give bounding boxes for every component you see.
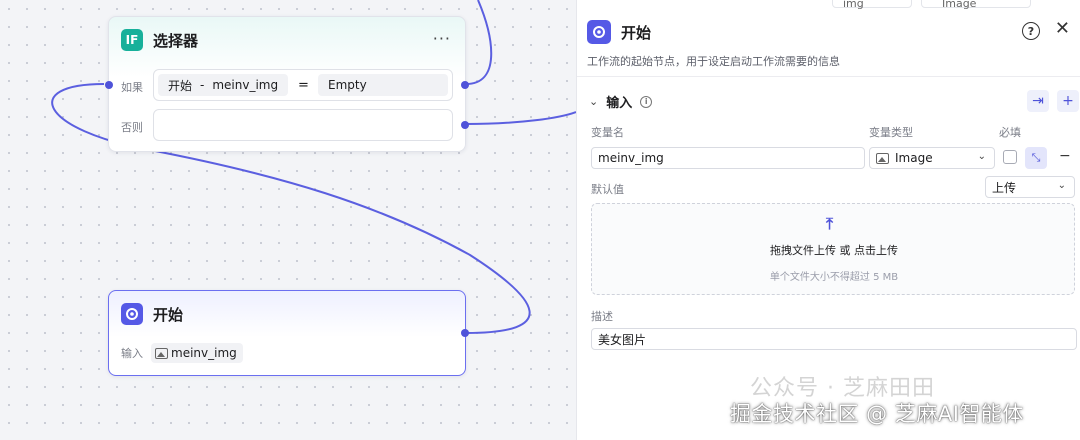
info-icon[interactable]: i xyxy=(640,95,653,108)
else-branch-box[interactable] xyxy=(153,109,453,141)
panel-divider xyxy=(577,76,1080,77)
peek-type-field: Image xyxy=(921,0,1031,10)
condition-left-operand[interactable]: 开始 - meinv_img xyxy=(158,74,288,96)
col-required: 必填 xyxy=(999,126,1021,139)
panel-description: 工作流的起始节点，用于设定启动工作流需要的信息 xyxy=(587,55,840,68)
peek-var-field: img xyxy=(832,0,912,10)
start-output-port[interactable] xyxy=(461,329,469,337)
start-input-var-name: meinv_img xyxy=(171,346,237,360)
col-var-type: 变量类型 xyxy=(869,126,913,139)
start-input-label: 输入 xyxy=(121,347,143,360)
collapse-icon[interactable]: ⤡ xyxy=(1025,147,1047,169)
input-section-title: 输入 xyxy=(606,96,633,111)
upload-icon: ⤒ xyxy=(826,214,834,233)
watermark-main: 掘金技术社区 @ 芝麻AI智能体 xyxy=(730,402,1024,426)
selector-input-port[interactable] xyxy=(105,81,113,89)
else-label: 否则 xyxy=(121,121,143,134)
image-icon xyxy=(876,152,889,164)
upload-main-text: 拖拽文件上传 或 点击上传 xyxy=(770,244,898,257)
required-checkbox[interactable] xyxy=(1003,150,1017,164)
start-node-title: 开始 xyxy=(153,305,184,324)
left-separator: - xyxy=(200,78,205,92)
if-label: 如果 xyxy=(121,81,143,94)
wire-if-out xyxy=(465,0,493,85)
var-name-input[interactable]: meinv_img xyxy=(591,147,865,169)
input-section-header[interactable]: ⌄ 输入 i xyxy=(589,92,653,111)
start-input-var: meinv_img xyxy=(151,343,243,363)
start-node-header: 开始 xyxy=(121,303,183,325)
else-output-port[interactable] xyxy=(461,121,469,129)
close-icon[interactable]: ✕ xyxy=(1055,18,1070,39)
if-condition[interactable]: 开始 - meinv_img = Empty xyxy=(153,69,453,101)
chevron-down-icon[interactable]: ⌄ xyxy=(589,95,598,108)
if-node-icon: IF xyxy=(121,29,143,51)
var-type-value: Image xyxy=(895,151,933,165)
right-value: Empty xyxy=(328,78,367,92)
default-label: 默认值 xyxy=(591,183,624,196)
description-input[interactable]: 美女图片 xyxy=(591,328,1077,350)
image-icon xyxy=(155,347,168,359)
col-var-name: 变量名 xyxy=(591,126,624,139)
start-node-icon xyxy=(587,20,611,44)
description-label: 描述 xyxy=(591,310,613,323)
upload-size-hint: 单个文件大小不得超过 5 MB xyxy=(769,272,899,283)
start-node-input-row: 输入 meinv_img xyxy=(121,343,243,363)
condition-operator[interactable]: = xyxy=(298,78,309,93)
upload-dropzone[interactable]: ⤒ 拖拽文件上传 或 点击上传 单个文件大小不得超过 5 MB xyxy=(591,203,1075,295)
left-node-name: 开始 xyxy=(168,78,193,93)
remove-var-icon[interactable]: − xyxy=(1059,148,1071,164)
start-node-icon xyxy=(121,303,143,325)
var-type-select[interactable]: Image ⌄ xyxy=(869,147,995,169)
import-icon[interactable]: ⇥ xyxy=(1027,90,1049,112)
more-options-icon[interactable]: ··· xyxy=(433,29,451,48)
plus-icon[interactable]: + xyxy=(1057,90,1079,112)
help-icon[interactable]: ? xyxy=(1022,22,1040,40)
chevron-down-icon: ⌄ xyxy=(1057,180,1066,191)
start-node[interactable]: 开始 输入 meinv_img xyxy=(108,290,469,376)
selector-node-title: 选择器 xyxy=(153,31,199,50)
condition-right-operand[interactable]: Empty xyxy=(318,74,448,96)
if-output-port[interactable] xyxy=(461,81,469,89)
panel-title: 开始 xyxy=(621,23,652,42)
chevron-down-icon: ⌄ xyxy=(977,151,986,162)
default-mode-select[interactable]: 上传 ⌄ xyxy=(985,176,1075,198)
selector-node[interactable]: IF 选择器 ··· 如果 开始 - meinv_img = Empty 否则 xyxy=(105,16,469,152)
wire-else-out xyxy=(465,111,576,125)
selector-node-header: IF 选择器 xyxy=(121,29,198,51)
left-var-name: meinv_img xyxy=(212,78,279,92)
default-mode-value: 上传 xyxy=(992,180,1017,195)
panel-header: 开始 xyxy=(587,20,651,44)
